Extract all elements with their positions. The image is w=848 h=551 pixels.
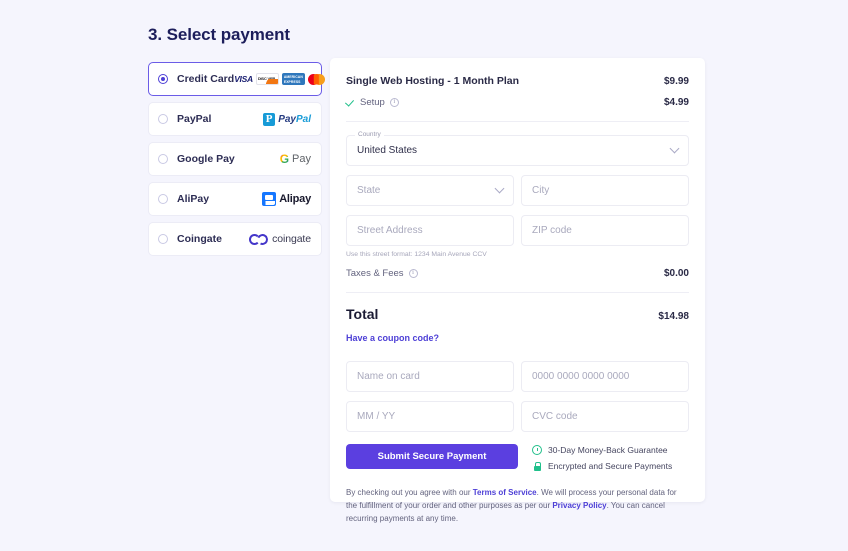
state-select[interactable]: State	[346, 175, 514, 206]
payment-method-alipay[interactable]: AliPay Alipay	[148, 182, 322, 216]
country-field-wrapper: Country United States	[346, 131, 689, 166]
amex-logo	[281, 73, 305, 85]
alipay-logo: Alipay	[262, 192, 311, 206]
order-summary-card: Single Web Hosting - 1 Month Plan $9.99 …	[330, 58, 705, 523]
card-brand-logos: VISA	[234, 73, 325, 85]
taxes-label: Taxes & Fees	[346, 268, 404, 279]
alipay-logo-text: Alipay	[279, 193, 311, 205]
name-on-card-placeholder: Name on card	[357, 371, 420, 382]
setup-info-icon[interactable]	[389, 98, 399, 107]
coupon-code-link[interactable]: Have a coupon code?	[346, 333, 439, 343]
card-cvc-placeholder: CVC code	[532, 411, 578, 422]
radio-alipay[interactable]	[158, 194, 168, 204]
google-pay-logo: G Pay	[280, 152, 311, 166]
divider	[346, 121, 689, 122]
radio-coingate[interactable]	[158, 234, 168, 244]
card-details-form: Name on card 0000 0000 0000 0000 MM / YY…	[346, 361, 689, 432]
street-format-hint: Use this street format: 1234 Main Avenue…	[346, 251, 487, 258]
payment-method-label: Coingate	[177, 233, 222, 245]
total-label: Total	[346, 306, 379, 322]
payment-method-label: AliPay	[177, 193, 210, 205]
chevron-down-icon	[669, 143, 680, 154]
total-row: Total $14.98	[346, 306, 689, 322]
mastercard-logo	[307, 73, 325, 85]
country-label: Country	[355, 131, 384, 138]
paypal-logo-pay: Pay	[278, 113, 296, 125]
card-cvc-input[interactable]: CVC code	[521, 401, 689, 432]
card-number-input[interactable]: 0000 0000 0000 0000	[521, 361, 689, 392]
assurance-list: 30-Day Money-Back Guarantee Encrypted an…	[532, 444, 672, 471]
assurance-label: Encrypted and Secure Payments	[548, 461, 673, 471]
paypal-logo: PayPal	[263, 112, 311, 126]
taxes-price: $0.00	[663, 268, 689, 279]
chevron-down-icon	[494, 183, 505, 194]
state-placeholder: State	[357, 185, 381, 196]
coingate-mark-icon	[249, 231, 270, 247]
country-value: United States	[357, 145, 418, 156]
taxes-row: Taxes & Fees $0.00	[346, 268, 689, 279]
payment-method-google-pay[interactable]: Google Pay G Pay	[148, 142, 322, 176]
zip-placeholder: ZIP code	[532, 225, 572, 236]
assurance-money-back: 30-Day Money-Back Guarantee	[532, 445, 672, 455]
payment-method-paypal[interactable]: PayPal PayPal	[148, 102, 322, 136]
setup-label: Setup	[360, 97, 385, 108]
city-input[interactable]: City	[521, 175, 689, 206]
setup-row: Setup $4.99	[346, 97, 689, 108]
google-pay-text: Pay	[292, 153, 311, 165]
lock-icon	[532, 461, 542, 471]
payment-method-credit-card[interactable]: Credit Card VISA	[148, 62, 325, 96]
card-expiry-placeholder: MM / YY	[357, 411, 396, 422]
country-select[interactable]: Country United States	[346, 131, 689, 166]
plan-price: $9.99	[663, 76, 689, 87]
radio-google-pay[interactable]	[158, 154, 168, 164]
submit-secure-payment-button[interactable]: Submit Secure Payment	[346, 444, 518, 469]
radio-paypal[interactable]	[158, 114, 168, 124]
checkout-page: 3. Select payment Credit Card VISA PayPa…	[0, 0, 848, 551]
card-expiry-cvc-row: MM / YY CVC code	[346, 401, 689, 432]
card-expiry-input[interactable]: MM / YY	[346, 401, 514, 432]
card-name-number-row: Name on card 0000 0000 0000 0000	[346, 361, 689, 392]
taxes-info-icon[interactable]	[408, 269, 418, 278]
refund-clock-icon	[532, 445, 542, 455]
setup-price: $4.99	[663, 97, 689, 108]
coingate-logo: coingate	[249, 231, 311, 247]
privacy-policy-link[interactable]: Privacy Policy	[552, 501, 606, 510]
payment-method-label: PayPal	[177, 113, 212, 125]
legal-disclaimer: By checking out you agree with our Terms…	[346, 486, 689, 526]
plan-row: Single Web Hosting - 1 Month Plan $9.99	[346, 75, 689, 87]
coingate-logo-text: coingate	[272, 233, 311, 245]
city-placeholder: City	[532, 185, 550, 196]
name-on-card-input[interactable]: Name on card	[346, 361, 514, 392]
street-placeholder: Street Address	[357, 225, 423, 236]
payment-method-coingate[interactable]: Coingate coingate	[148, 222, 322, 256]
total-price: $14.98	[658, 311, 689, 322]
page-title: 3. Select payment	[148, 25, 290, 44]
paypal-logo-pal: Pal	[295, 113, 311, 125]
street-zip-row: Street Address ZIP code	[346, 215, 689, 246]
terms-of-service-link[interactable]: Terms of Service	[473, 488, 537, 497]
discover-logo	[255, 73, 279, 85]
alipay-mark-icon	[262, 192, 277, 206]
legal-text-part1: By checking out you agree with our	[346, 488, 473, 497]
google-g-icon: G	[279, 152, 290, 166]
payment-method-label: Credit Card	[177, 73, 235, 85]
assurance-encrypted: Encrypted and Secure Payments	[532, 461, 672, 471]
state-city-row: State City	[346, 175, 689, 206]
plan-name: Single Web Hosting - 1 Month Plan	[346, 75, 520, 87]
paypal-badge-icon	[263, 112, 276, 126]
street-address-input[interactable]: Street Address	[346, 215, 514, 246]
divider	[346, 292, 689, 293]
payment-method-label: Google Pay	[177, 153, 235, 165]
submit-row: Submit Secure Payment 30-Day Money-Back …	[346, 444, 689, 471]
radio-credit-card[interactable]	[158, 74, 168, 84]
payment-method-list: Credit Card VISA PayPal PayPal	[148, 62, 325, 262]
card-number-placeholder: 0000 0000 0000 0000	[532, 371, 630, 382]
check-icon	[346, 98, 355, 107]
visa-logo: VISA	[234, 74, 253, 84]
assurance-label: 30-Day Money-Back Guarantee	[548, 445, 668, 455]
zip-code-input[interactable]: ZIP code	[521, 215, 689, 246]
